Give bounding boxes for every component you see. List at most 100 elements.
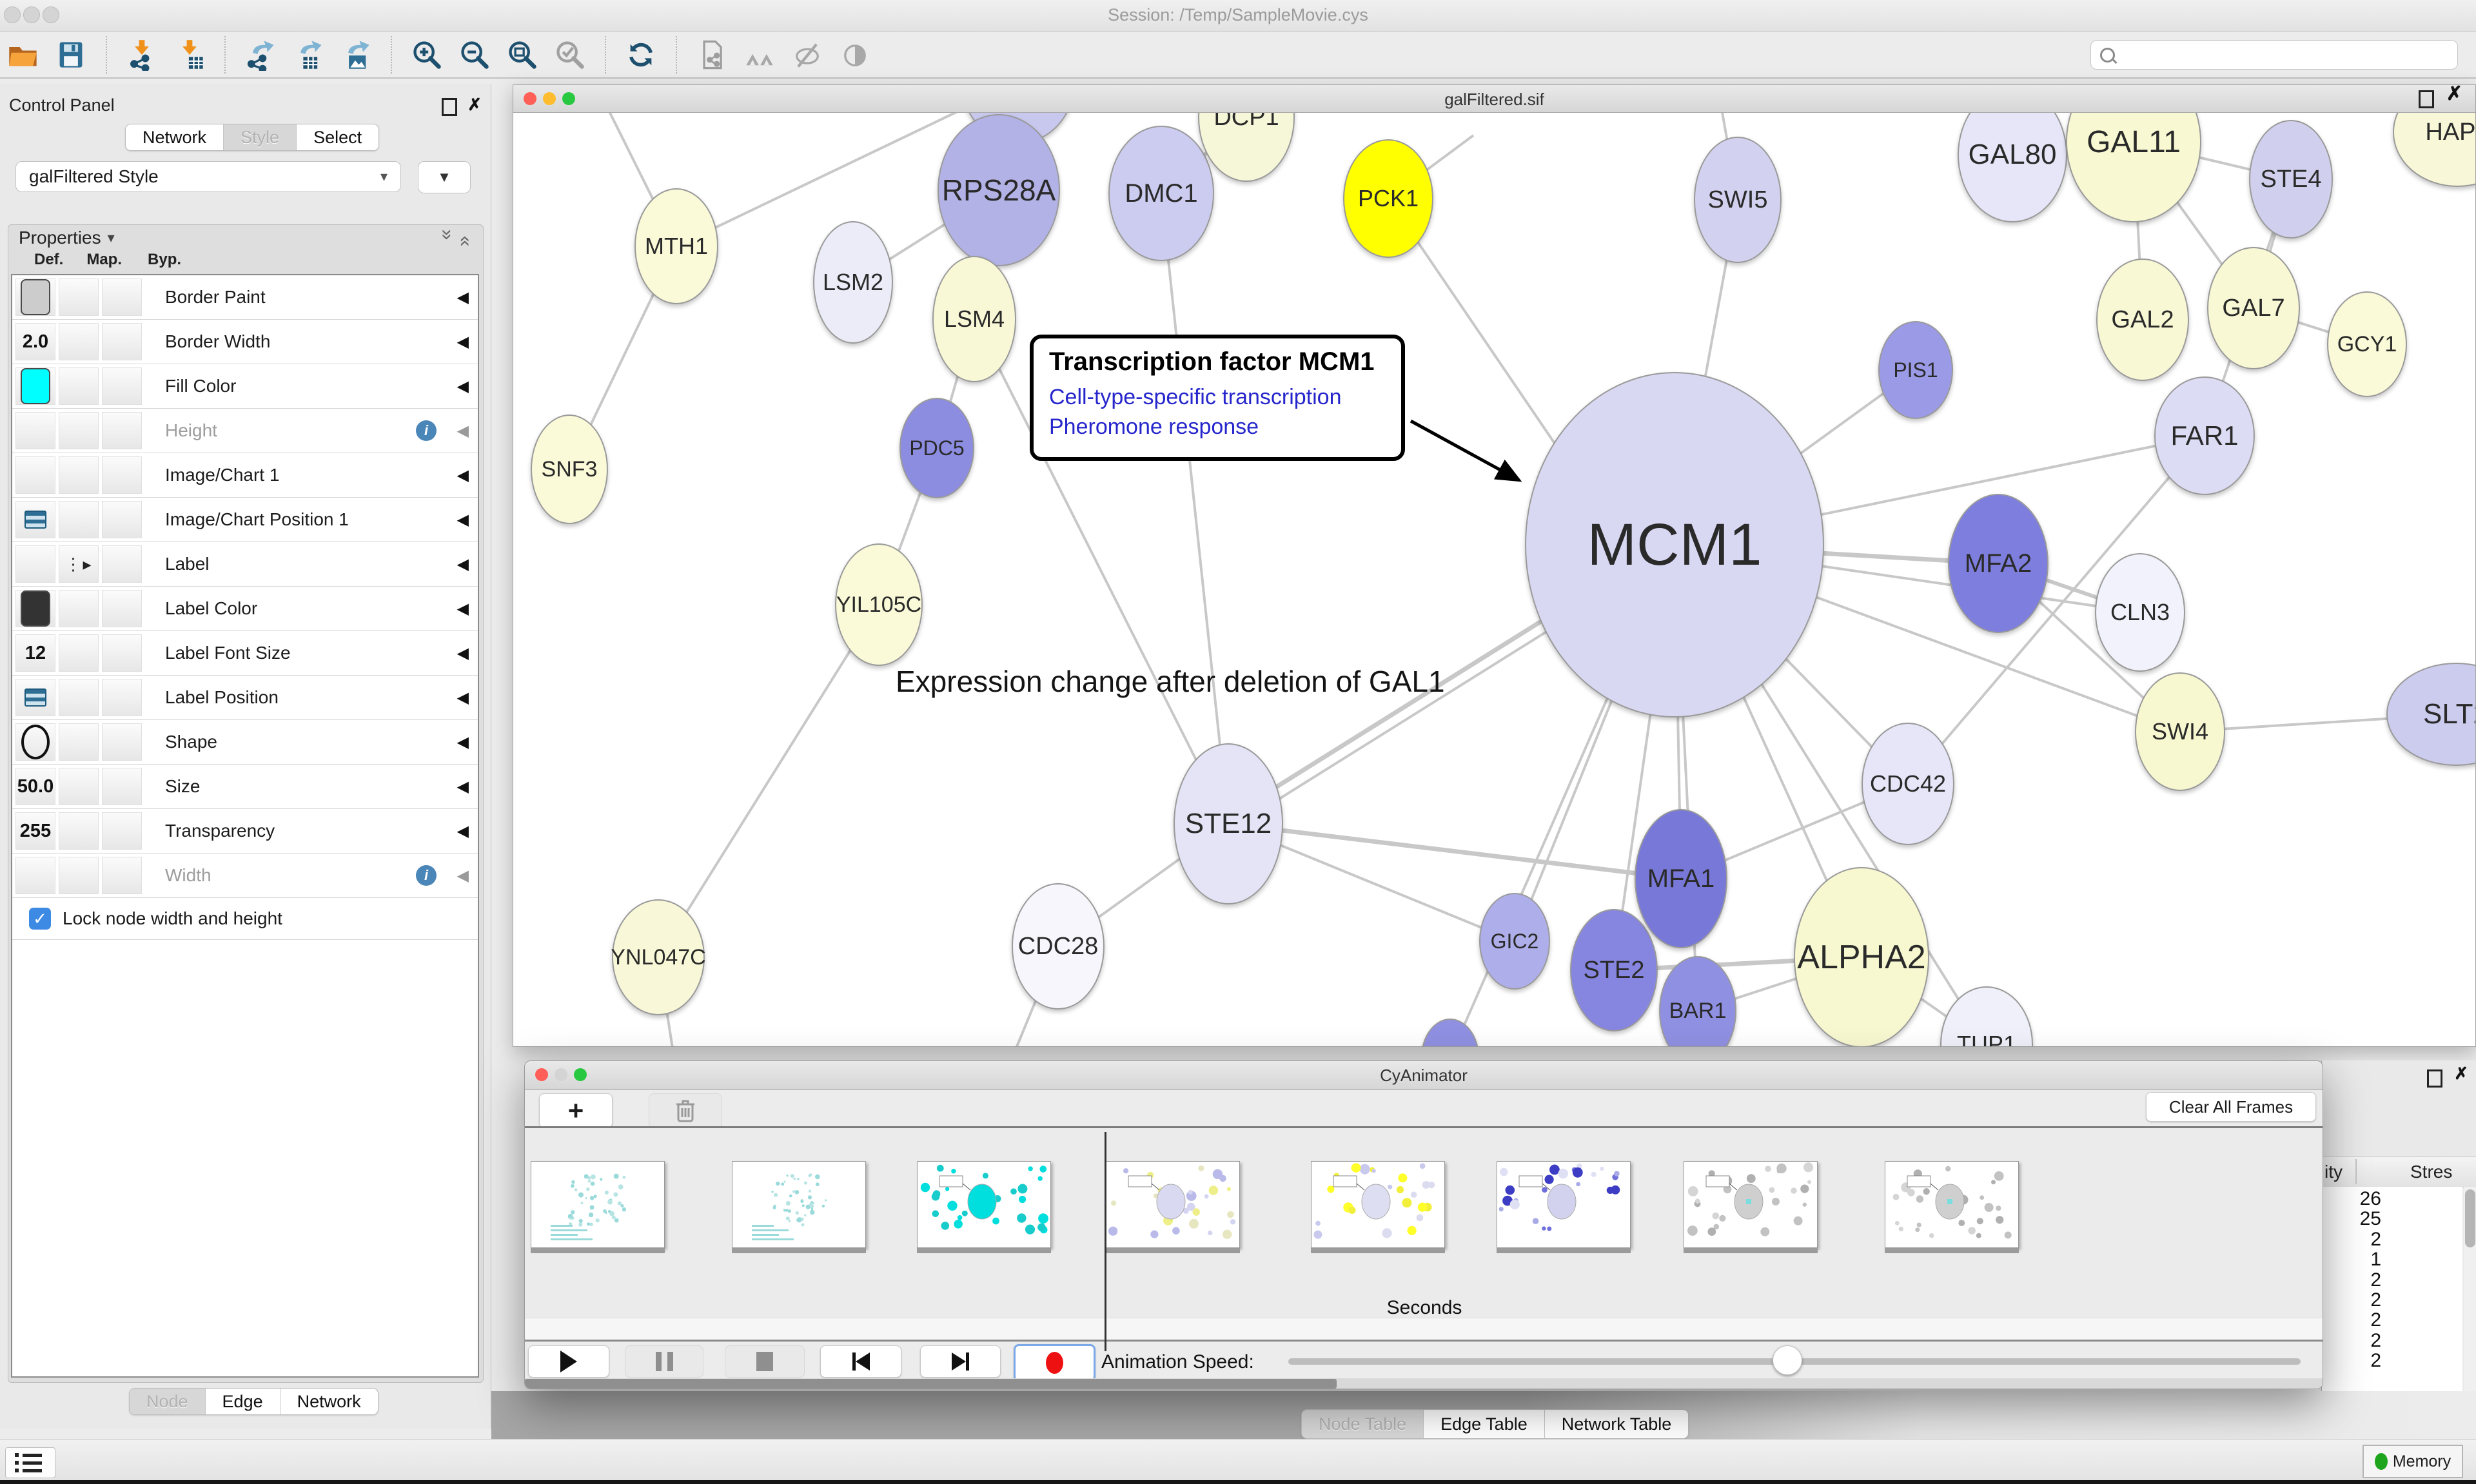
tab-style[interactable]: Style — [224, 124, 297, 150]
expand-row-arrow-icon[interactable]: ◀ — [457, 733, 469, 752]
zoom-out-icon[interactable] — [458, 38, 491, 72]
timeline-area[interactable]: 0123456789 — [525, 1128, 2323, 1318]
network-node-snf3[interactable]: SNF3 — [531, 415, 608, 524]
network-node-mfa1[interactable]: MFA1 — [1635, 809, 1727, 948]
network-node-ste12[interactable]: STE12 — [1174, 743, 1283, 904]
tab-edge-table[interactable]: Edge Table — [1424, 1410, 1545, 1438]
cyanimator-titlebar[interactable]: CyAnimator — [525, 1061, 2323, 1090]
network-node-swi5[interactable]: SWI5 — [1694, 137, 1782, 263]
network-node-cdc28[interactable]: CDC28 — [1012, 883, 1105, 1010]
network-node-alpha2[interactable]: ALPHA2 — [1794, 867, 1929, 1046]
frame-thumbnail-2[interactable] — [917, 1161, 1051, 1248]
expand-row-arrow-icon[interactable]: ◀ — [457, 822, 469, 841]
network-node-swi4[interactable]: SWI4 — [2135, 672, 2225, 791]
network-node-gal7[interactable]: GAL7 — [2207, 247, 2300, 369]
tab-edge[interactable]: Edge — [206, 1389, 280, 1414]
property-row-image-chart-1[interactable]: Image/Chart 1◀ — [12, 453, 478, 498]
network-node-gal2[interactable]: GAL2 — [2096, 259, 2189, 381]
network-node-ste2[interactable]: STE2 — [1570, 909, 1658, 1031]
network-node-pdc5[interactable]: PDC5 — [899, 398, 974, 498]
network-node-cdc42[interactable]: CDC42 — [1862, 723, 1954, 845]
frame-thumbnail-1[interactable] — [732, 1161, 866, 1248]
table-column-headers[interactable]: ity Stres — [2322, 1156, 2476, 1187]
annotation-box[interactable]: Transcription factor MCM1 Cell-type-spec… — [1030, 335, 1405, 461]
property-row-height[interactable]: Heighti◀ — [12, 409, 478, 453]
style-selector-dropdown[interactable]: galFiltered Style ▾ — [15, 161, 401, 192]
import-network-icon[interactable] — [125, 38, 159, 72]
network-node-dmc1[interactable]: DMC1 — [1108, 126, 1214, 261]
property-row-size[interactable]: 50.0Size◀ — [12, 765, 478, 809]
info-icon[interactable]: i — [416, 420, 437, 441]
network-window-titlebar[interactable]: galFiltered.sif ✗ — [513, 85, 2475, 113]
save-session-icon[interactable] — [54, 38, 88, 72]
expand-row-arrow-icon[interactable]: ◀ — [457, 555, 469, 574]
color-swatch[interactable] — [21, 279, 50, 315]
zoom-fit-icon[interactable] — [506, 38, 539, 72]
color-swatch[interactable] — [21, 591, 50, 627]
expand-row-arrow-icon[interactable]: ◀ — [457, 644, 469, 663]
frame-thumbnail-0[interactable] — [531, 1161, 665, 1248]
skip-to-end-button[interactable] — [920, 1345, 1001, 1378]
expand-row-arrow-icon[interactable]: ◀ — [457, 377, 469, 396]
expand-row-arrow-icon[interactable]: ◀ — [457, 422, 469, 440]
export-network-icon[interactable] — [244, 38, 277, 72]
add-frame-button[interactable]: + — [539, 1093, 613, 1128]
record-button[interactable] — [1014, 1344, 1096, 1381]
network-document-icon[interactable] — [695, 38, 729, 72]
network-node-mfa2[interactable]: MFA2 — [1948, 494, 2049, 633]
network-node-far1[interactable]: FAR1 — [2154, 376, 2255, 495]
property-row-label-font-size[interactable]: 12Label Font Size◀ — [12, 631, 478, 676]
tab-network[interactable]: Network — [126, 124, 224, 150]
show-details-icon[interactable] — [838, 38, 872, 72]
expand-row-arrow-icon[interactable]: ◀ — [457, 866, 469, 885]
color-swatch[interactable] — [21, 368, 50, 404]
pause-button[interactable] — [625, 1345, 703, 1378]
lock-size-row[interactable]: ✓Lock node width and height — [12, 898, 478, 940]
stop-button[interactable] — [725, 1345, 805, 1378]
tab-network[interactable]: Network — [280, 1389, 378, 1414]
import-table-icon[interactable] — [173, 38, 206, 72]
network-node-ynl047c[interactable]: YNL047C — [612, 899, 705, 1015]
network-node-lsm4[interactable]: LSM4 — [932, 256, 1016, 382]
property-row-width[interactable]: Widthi◀ — [12, 854, 478, 898]
network-node-mth1[interactable]: MTH1 — [634, 188, 718, 304]
annotation-link[interactable]: Pheromone response — [1049, 413, 1386, 442]
expand-row-arrow-icon[interactable]: ◀ — [457, 777, 469, 796]
style-options-button[interactable]: ▼ — [418, 161, 471, 193]
property-row-label-color[interactable]: Label Color◀ — [12, 587, 478, 631]
float-panel-icon[interactable] — [2427, 1069, 2442, 1088]
network-node-rps28a[interactable]: RPS28A — [938, 114, 1060, 266]
clear-all-frames-button[interactable]: Clear All Frames — [2146, 1092, 2316, 1122]
expand-row-arrow-icon[interactable]: ◀ — [457, 600, 469, 618]
table-vertical-scrollbar[interactable] — [2464, 1187, 2476, 1391]
animation-speed-knob[interactable] — [1773, 1345, 1802, 1375]
tab-select[interactable]: Select — [297, 124, 378, 150]
task-history-button[interactable] — [5, 1447, 55, 1478]
collapse-all-icon[interactable]: » — [453, 229, 475, 247]
scrollbar-thumb[interactable] — [2465, 1189, 2475, 1247]
network-node-gcy1[interactable]: GCY1 — [2327, 291, 2407, 397]
property-row-label-position[interactable]: Label Position◀ — [12, 676, 478, 720]
property-row-border-paint[interactable]: Border Paint◀ — [12, 275, 478, 320]
scrollbar-thumb[interactable] — [525, 1379, 1337, 1389]
zoom-selected-icon[interactable] — [553, 38, 587, 72]
tab-node[interactable]: Node — [130, 1389, 206, 1414]
lock-size-checkbox[interactable]: ✓ — [29, 908, 51, 930]
zoom-in-icon[interactable] — [410, 38, 444, 72]
close-panel-icon[interactable]: ✗ — [2454, 1067, 2468, 1080]
property-row-fill-color[interactable]: Fill Color◀ — [12, 364, 478, 409]
expand-row-arrow-icon[interactable]: ◀ — [457, 688, 469, 707]
property-row-border-width[interactable]: 2.0Border Width◀ — [12, 320, 478, 364]
network-node-gic2[interactable]: GIC2 — [1479, 893, 1550, 990]
network-node-yil105c[interactable]: YIL105C — [835, 543, 923, 666]
double-peak-icon[interactable] — [743, 38, 776, 72]
property-row-transparency[interactable]: 255Transparency◀ — [12, 809, 478, 854]
expand-row-arrow-icon[interactable]: ◀ — [457, 511, 469, 529]
network-node-mcm1[interactable]: MCM1 — [1525, 372, 1824, 718]
property-row-image-chart-position-1[interactable]: Image/Chart Position 1◀ — [12, 498, 478, 542]
export-image-icon[interactable] — [339, 38, 373, 72]
timeline-playhead[interactable] — [1105, 1132, 1106, 1351]
search-input[interactable] — [2090, 40, 2458, 70]
memory-button[interactable]: Memory — [2363, 1445, 2463, 1478]
close-window-icon[interactable]: ✗ — [2446, 88, 2462, 101]
